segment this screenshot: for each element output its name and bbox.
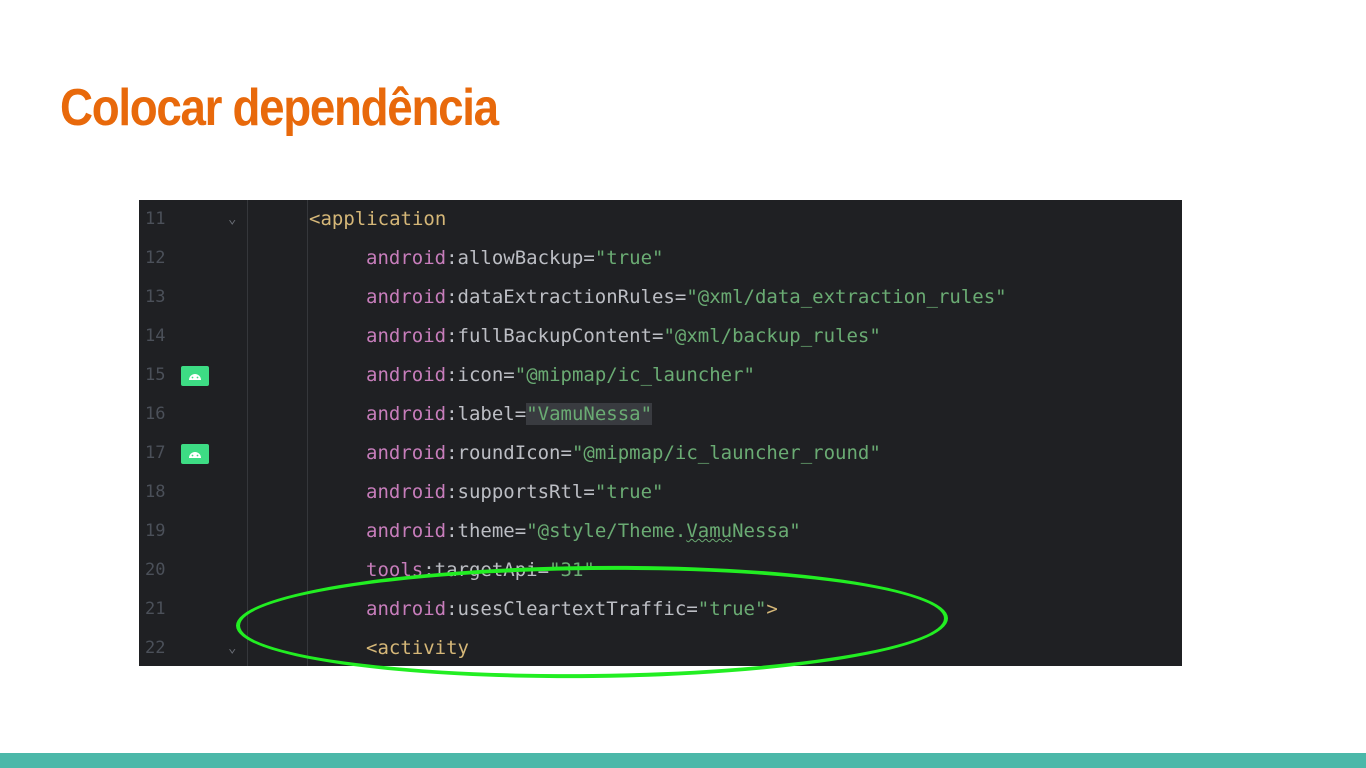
line-number: 17 (145, 443, 166, 463)
code-line[interactable]: 18 android:supportsRtl="true" (139, 473, 1182, 512)
code-line[interactable]: 15 android:icon="@mipmap/ic_launcher" (139, 356, 1182, 395)
line-number: 16 (145, 404, 166, 424)
line-number: 20 (145, 560, 166, 580)
line-number: 15 (145, 365, 166, 385)
code-line[interactable]: 17 android:roundIcon="@mipmap/ic_launche… (139, 434, 1182, 473)
line-number: 13 (145, 287, 166, 307)
line-number: 18 (145, 482, 166, 502)
chevron-down-icon[interactable]: ⌄ (228, 629, 236, 666)
line-number: 12 (145, 248, 166, 268)
line-number: 19 (145, 521, 166, 541)
chevron-down-icon[interactable]: ⌄ (228, 200, 236, 239)
line-number: 22 (145, 638, 166, 658)
android-icon[interactable] (181, 366, 209, 386)
line-number: 21 (145, 599, 166, 619)
xml-attribute: android:label="VamuNessa" (366, 403, 653, 425)
xml-attribute: android:fullBackupContent="@xml/backup_r… (366, 325, 881, 347)
xml-attribute: android:supportsRtl="true" (366, 481, 664, 503)
code-line[interactable]: 19 android:theme="@style/Theme.VamuNessa… (139, 512, 1182, 551)
selected-value: "VamuNessa" (526, 403, 653, 425)
xml-attribute: android:dataExtractionRules="@xml/data_e… (366, 286, 1007, 308)
line-number: 11 (145, 209, 166, 229)
code-line[interactable]: 14 android:fullBackupContent="@xml/backu… (139, 317, 1182, 356)
android-icon[interactable] (181, 444, 209, 464)
code-line[interactable]: 13 android:dataExtractionRules="@xml/dat… (139, 278, 1182, 317)
xml-attribute: android:allowBackup="true" (366, 247, 664, 269)
slide-title: Colocar dependência (60, 79, 499, 137)
code-line[interactable]: 12 android:allowBackup="true" (139, 239, 1182, 278)
code-line[interactable]: 11 ⌄ <application (139, 200, 1182, 239)
footer-bar (0, 753, 1366, 768)
line-number: 14 (145, 326, 166, 346)
xml-attribute: android:theme="@style/Theme.VamuNessa" (366, 520, 801, 542)
spellcheck-warning: Vamu (686, 520, 733, 542)
xml-attribute: android:roundIcon="@mipmap/ic_launcher_r… (366, 442, 881, 464)
xml-attribute: android:icon="@mipmap/ic_launcher" (366, 364, 755, 386)
code-line[interactable]: 16 android:label="VamuNessa" (139, 395, 1182, 434)
xml-tag: <application (309, 208, 447, 230)
